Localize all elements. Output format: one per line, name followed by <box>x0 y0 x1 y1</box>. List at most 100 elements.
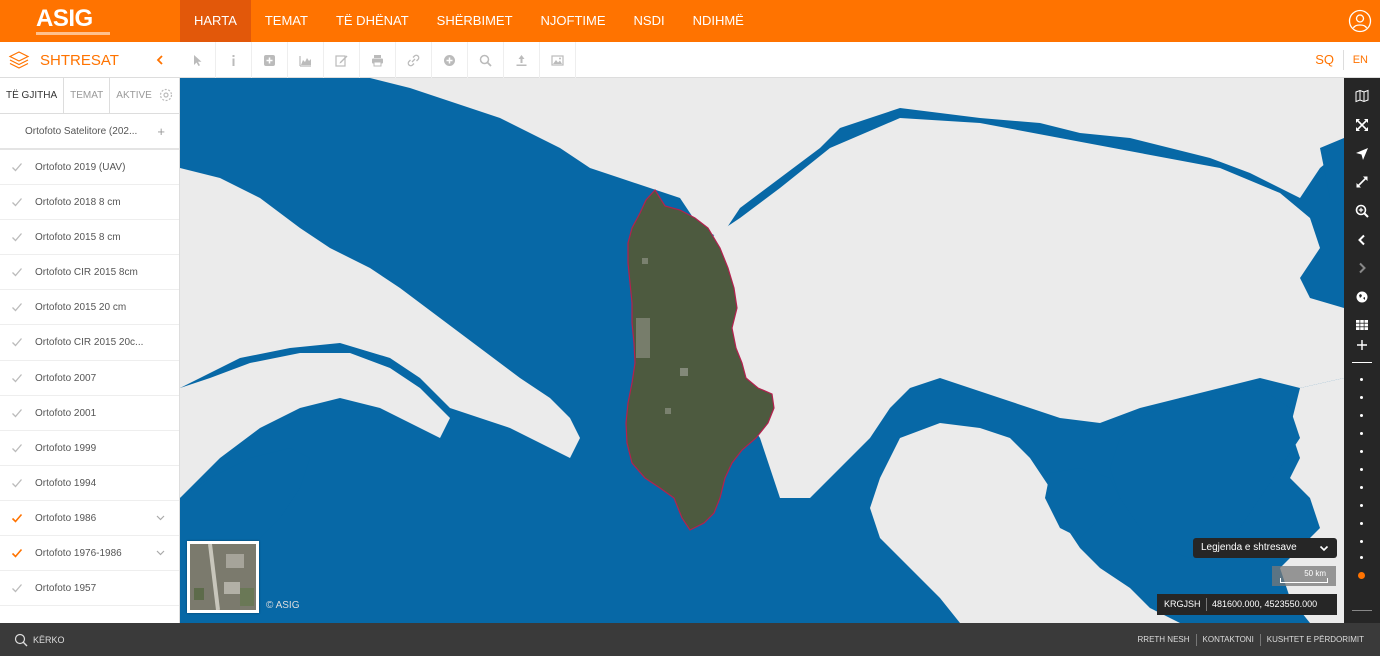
zoom-extent-icon[interactable] <box>1344 197 1380 225</box>
zoom-level-dot[interactable] <box>1360 522 1363 525</box>
nav-item-te-dhenat[interactable]: TË DHËNAT <box>322 0 423 42</box>
plus-icon[interactable]: + <box>157 114 165 148</box>
footer-link-terms[interactable]: KUSHTET E PËRDORIMIT <box>1259 633 1370 646</box>
layer-item[interactable]: Ortofoto 2015 20 cm <box>0 290 179 326</box>
pointer-icon[interactable] <box>180 42 216 78</box>
check-icon[interactable] <box>11 372 23 384</box>
info-icon[interactable] <box>216 42 252 78</box>
zoom-level-dot[interactable] <box>1360 556 1363 559</box>
map-controls-bar <box>1344 78 1380 623</box>
image-icon[interactable] <box>540 42 576 78</box>
zoom-level-dot[interactable] <box>1360 486 1363 489</box>
search-icon[interactable] <box>468 42 504 78</box>
upload-icon[interactable] <box>504 42 540 78</box>
zoom-in-icon[interactable] <box>1344 331 1380 359</box>
layer-label: Ortofoto 1994 <box>35 477 97 489</box>
lang-sq-button[interactable]: SQ <box>1315 42 1334 78</box>
layer-item[interactable]: Ortofoto CIR 2015 8cm <box>0 255 179 291</box>
nav-item-ndihme[interactable]: NDIHMË <box>679 0 758 42</box>
lang-en-button[interactable]: EN <box>1353 42 1368 78</box>
layer-item[interactable]: Ortofoto 1976-1986 <box>0 536 179 572</box>
check-icon[interactable] <box>11 547 23 559</box>
previous-extent-icon[interactable] <box>1344 226 1380 254</box>
layer-item[interactable]: Ortofoto 1986 <box>0 501 179 537</box>
check-icon[interactable] <box>11 442 23 454</box>
layer-item[interactable]: Ortofoto 1994 <box>0 466 179 501</box>
nav-item-sherbimet[interactable]: SHËRBIMET <box>423 0 527 42</box>
nav-item-njoftime[interactable]: NJOFTIME <box>527 0 620 42</box>
zoom-level-dot[interactable] <box>1360 414 1363 417</box>
map-book-icon[interactable] <box>1344 82 1380 110</box>
zoom-level-dot[interactable] <box>1360 450 1363 453</box>
print-icon[interactable] <box>360 42 396 78</box>
layer-item[interactable]: Ortofoto 2007 <box>0 361 179 396</box>
layer-group-satellite[interactable]: Ortofoto Satelitore (202... + <box>0 114 179 150</box>
check-icon[interactable] <box>11 407 23 419</box>
zoom-level-active[interactable] <box>1358 572 1365 579</box>
basemap <box>180 78 1344 623</box>
zoom-level-dot[interactable] <box>1360 432 1363 435</box>
footer-link-contact[interactable]: KONTAKTONI <box>1195 633 1260 646</box>
zoom-level-dot[interactable] <box>1360 396 1363 399</box>
check-icon[interactable] <box>11 336 23 348</box>
check-icon[interactable] <box>11 512 23 524</box>
layer-item[interactable]: Ortofoto 2001 <box>0 396 179 431</box>
search-button[interactable]: KËRKO <box>14 623 65 656</box>
asig-logo[interactable]: ASIG <box>36 5 110 35</box>
layer-item[interactable]: Ortofoto 1957 <box>0 571 179 607</box>
chevron-down-icon[interactable] <box>156 548 165 557</box>
footer-link-about[interactable]: RRETH NESH <box>1132 634 1196 646</box>
link-icon[interactable] <box>396 42 432 78</box>
check-icon[interactable] <box>11 196 23 208</box>
tab-te-gjitha[interactable]: TË GJITHA <box>0 78 65 114</box>
layers-panel-title[interactable]: SHTRESAT <box>8 42 119 78</box>
nav-item-temat[interactable]: TEMAT <box>251 0 322 42</box>
nav-item-harta[interactable]: HARTA <box>180 0 251 42</box>
zoom-level-dot[interactable] <box>1360 468 1363 471</box>
edit-icon[interactable] <box>324 42 360 78</box>
chevron-down-icon[interactable] <box>156 513 165 522</box>
basemap-thumbnail[interactable] <box>187 541 259 613</box>
tab-temat[interactable]: TEMAT <box>64 78 111 114</box>
check-icon[interactable] <box>11 582 23 594</box>
layer-item[interactable]: Ortofoto 2019 (UAV) <box>0 150 179 186</box>
layer-item[interactable]: Ortofoto 2018 8 cm <box>0 185 179 221</box>
chart-icon[interactable] <box>288 42 324 78</box>
add-box-icon[interactable] <box>252 42 288 78</box>
chevron-left-icon[interactable] <box>155 51 169 69</box>
gear-icon[interactable] <box>159 88 173 102</box>
zoom-level-dot[interactable] <box>1360 378 1363 381</box>
check-icon[interactable] <box>11 477 23 489</box>
next-extent-icon[interactable] <box>1344 254 1380 282</box>
coordinates-value: 481600.000, 4523550.000 <box>1212 599 1318 609</box>
zoom-out-icon[interactable] <box>1352 610 1372 611</box>
layer-item[interactable]: Ortofoto CIR 2015 20c... <box>0 325 179 361</box>
map-copyright: © ASIG <box>266 600 300 611</box>
layer-tabs: TË GJITHA TEMAT AKTIVE <box>0 78 179 114</box>
map-canvas[interactable]: © ASIG Legjenda e shtresave 50 km KRGJSH… <box>180 78 1344 623</box>
tab-aktive[interactable]: AKTIVE <box>110 78 158 114</box>
zoom-level-dot[interactable] <box>1360 540 1363 543</box>
user-circle-icon[interactable] <box>1348 9 1372 33</box>
check-icon[interactable] <box>11 301 23 313</box>
layer-item[interactable]: Ortofoto 2015 8 cm <box>0 220 179 256</box>
zoom-level-dot[interactable] <box>1360 504 1363 507</box>
globe-icon[interactable] <box>1344 283 1380 311</box>
plus-circle-icon[interactable] <box>432 42 468 78</box>
check-icon[interactable] <box>11 161 23 173</box>
check-icon[interactable] <box>11 266 23 278</box>
layer-label: Ortofoto 2007 <box>35 372 97 384</box>
nav-item-nsdi[interactable]: NSDI <box>620 0 679 42</box>
search-icon <box>14 633 28 646</box>
tool-buttons <box>180 42 576 78</box>
layer-item[interactable]: Ortofoto 1999 <box>0 431 179 466</box>
crs-label[interactable]: KRGJSH <box>1164 594 1201 615</box>
expand-diagonal-icon[interactable] <box>1344 168 1380 196</box>
locate-arrow-icon[interactable] <box>1344 140 1380 168</box>
layers-icon <box>8 51 30 69</box>
fullscreen-icon[interactable] <box>1344 111 1380 139</box>
scale-label: 50 km <box>1304 569 1326 578</box>
zoom-slider-top <box>1352 362 1372 363</box>
check-icon[interactable] <box>11 231 23 243</box>
legend-toggle-button[interactable]: Legjenda e shtresave <box>1193 538 1337 558</box>
